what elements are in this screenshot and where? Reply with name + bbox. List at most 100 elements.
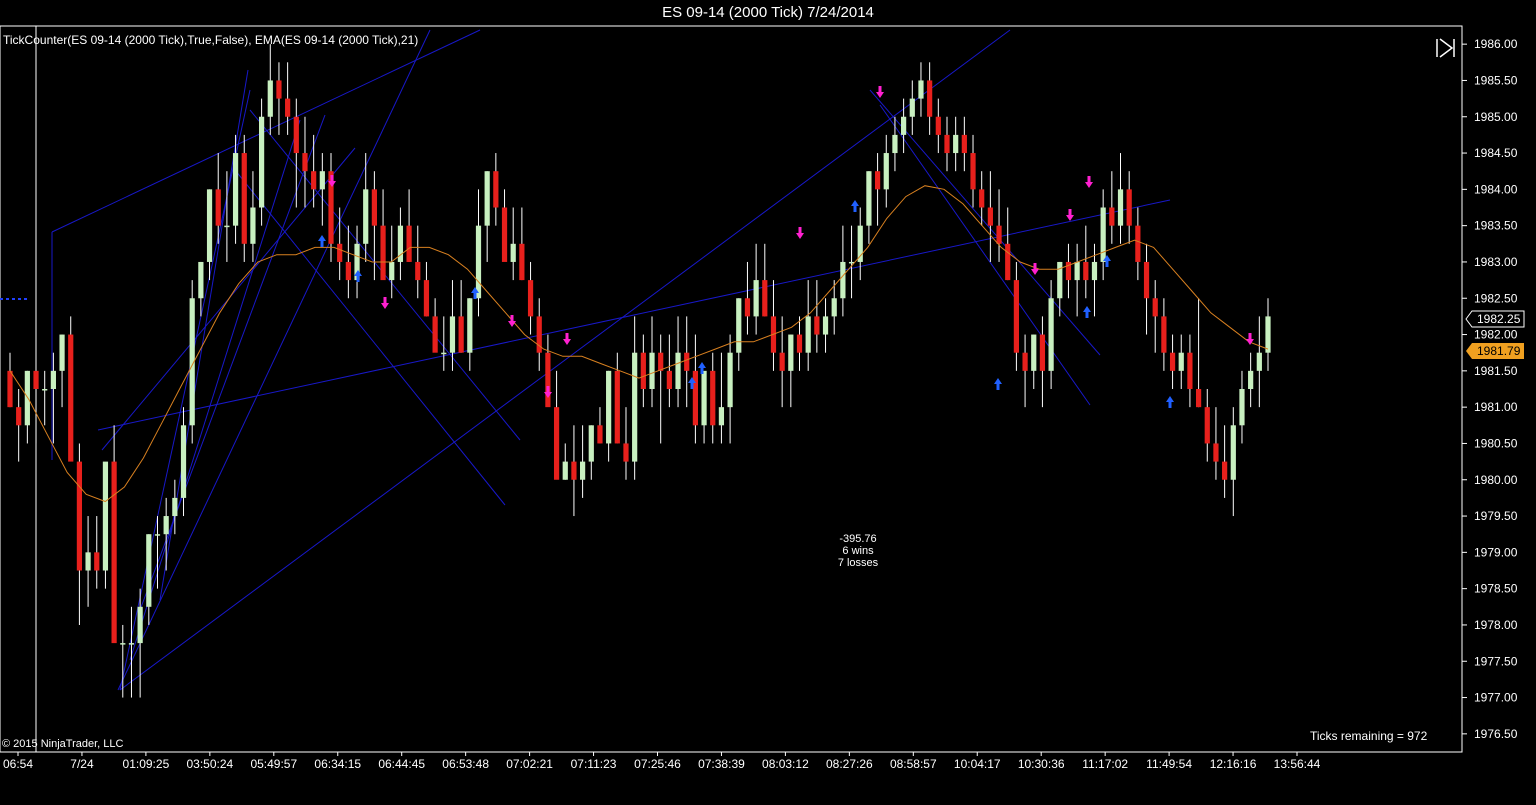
candle-body xyxy=(1265,316,1271,353)
candle-body xyxy=(553,407,560,480)
candle-body xyxy=(935,116,941,135)
x-tick-label: 07:25:46 xyxy=(634,757,681,771)
candle-body xyxy=(762,280,768,317)
candle-body xyxy=(1213,443,1219,462)
candle-body xyxy=(944,134,950,154)
y-tick-label: 1982.00 xyxy=(1474,328,1518,342)
candle-body xyxy=(441,352,447,355)
candle-body xyxy=(649,352,655,389)
candle-body xyxy=(128,643,135,645)
ema-price-tag: 1981.79 xyxy=(1466,343,1524,359)
candle-body xyxy=(588,425,594,462)
candle-body xyxy=(68,334,74,462)
x-tick-label: 03:50:24 xyxy=(186,757,233,771)
candle-body xyxy=(961,134,967,154)
candle-body xyxy=(484,171,490,226)
candle-body xyxy=(918,80,924,99)
price-chart[interactable]: 1976.50 1977.00 1977.50 1978.00 1978.50 1979.… xyxy=(0,0,1536,805)
candle-body xyxy=(1039,334,1046,371)
candle-body xyxy=(102,461,109,571)
candle-body xyxy=(1126,189,1132,226)
candle-body xyxy=(1057,261,1063,299)
candle-body xyxy=(1222,461,1228,480)
x-tick-label: 10:30:36 xyxy=(1018,757,1065,771)
candle-body xyxy=(163,516,169,535)
candle-body xyxy=(206,189,213,262)
x-tick-label: 06:44:45 xyxy=(378,757,425,771)
copyright-label: © 2015 NinjaTrader, LLC xyxy=(2,738,123,750)
candle-body xyxy=(736,298,742,353)
candle-body xyxy=(250,207,256,244)
candle-body xyxy=(901,116,907,135)
candle-body xyxy=(519,243,525,281)
candle-body xyxy=(33,370,39,389)
x-tick-label: 11:49:54 xyxy=(1146,757,1192,771)
candle-body xyxy=(137,606,143,644)
candle-body xyxy=(42,389,48,391)
candle-body xyxy=(59,334,65,371)
x-tick-label: 7/24 xyxy=(70,757,94,771)
candle-body xyxy=(658,352,664,371)
candle-body xyxy=(597,425,603,444)
candle-body xyxy=(293,116,299,154)
candle-body xyxy=(76,461,83,571)
candle-body xyxy=(1022,352,1028,371)
candle-body xyxy=(1248,370,1254,389)
candle-body xyxy=(302,153,308,172)
candle-body xyxy=(831,298,837,317)
candle-body xyxy=(380,225,386,281)
candle-body xyxy=(423,280,430,317)
candle-body xyxy=(85,552,91,571)
scroll-end-icon[interactable] xyxy=(1432,36,1458,60)
candle-body xyxy=(727,352,733,408)
candle-body xyxy=(606,370,612,444)
candle-body xyxy=(1195,389,1202,408)
candle-body xyxy=(120,643,126,645)
candle-body xyxy=(666,370,672,389)
candle-body xyxy=(1109,207,1115,226)
y-tick-label: 1985.00 xyxy=(1474,110,1518,124)
candle-body xyxy=(996,225,1002,244)
candle-body xyxy=(172,497,178,517)
y-axis: 1976.50 1977.00 1977.50 1978.00 1978.50 1979.… xyxy=(1462,37,1518,741)
x-tick-label: 08:27:26 xyxy=(826,757,873,771)
candle-body xyxy=(1074,261,1080,281)
pnl-value: -395.76 xyxy=(839,533,876,545)
candle-body xyxy=(180,425,187,498)
candle-body xyxy=(675,352,681,389)
candle-body xyxy=(805,316,811,353)
candle-body xyxy=(1152,298,1158,317)
candle-body xyxy=(623,443,629,462)
candle-body xyxy=(710,370,716,426)
candle-body xyxy=(449,316,456,353)
candle-body xyxy=(510,243,516,262)
last-price-value: 1982.25 xyxy=(1477,312,1521,326)
candle-body xyxy=(1100,207,1106,262)
candle-body xyxy=(822,316,829,335)
candle-body xyxy=(467,298,473,353)
candle-body xyxy=(571,461,577,480)
candle-body xyxy=(545,352,551,408)
candle-body xyxy=(285,98,291,117)
x-tick-label: 06:54 xyxy=(3,757,33,771)
losses-count: 7 losses xyxy=(838,557,879,569)
candle-body xyxy=(632,352,638,462)
y-tick-label: 1983.00 xyxy=(1474,255,1518,269)
candle-body xyxy=(415,261,421,281)
y-tick-label: 1979.50 xyxy=(1474,509,1518,523)
y-tick-label: 1985.50 xyxy=(1474,73,1518,87)
candle-body xyxy=(389,261,395,281)
candle-body xyxy=(1117,189,1124,226)
candle-body xyxy=(684,352,690,371)
candle-body xyxy=(258,116,265,208)
candle-body xyxy=(640,352,646,389)
candle-body xyxy=(979,189,985,208)
y-tick-label: 1984.00 xyxy=(1474,182,1518,196)
candle-body xyxy=(1005,243,1011,281)
candle-body xyxy=(215,189,221,226)
candle-body xyxy=(953,134,959,154)
candle-body xyxy=(927,80,933,117)
y-tick-label: 1980.50 xyxy=(1474,436,1518,450)
candle-body xyxy=(1169,352,1176,371)
x-axis: 06:54 7/24 01:09:25 03:50:24 05:49:57 06:34:1… xyxy=(3,752,1321,771)
